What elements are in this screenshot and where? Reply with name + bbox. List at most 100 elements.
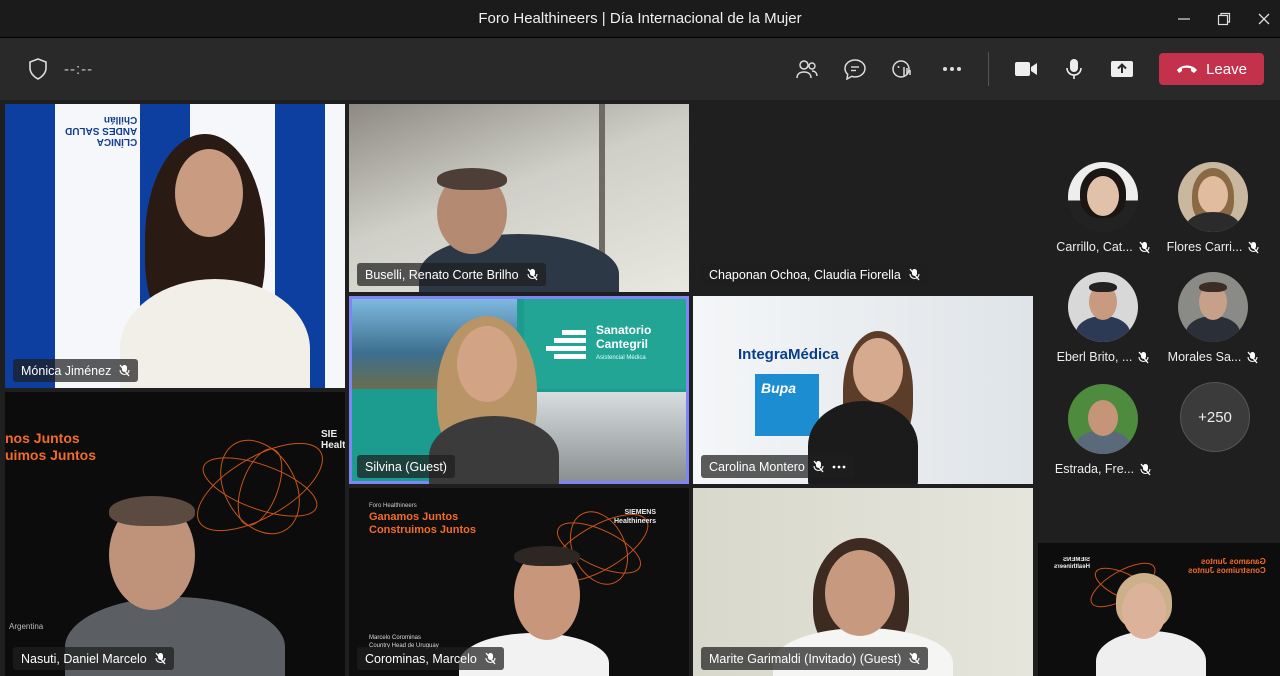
minimize-button[interactable]: [1170, 6, 1198, 32]
mic-muted-icon: [813, 460, 824, 473]
sanatorio-name: Sanatorio Cantegril: [596, 323, 652, 351]
roster-name: Flores Carri...: [1166, 240, 1243, 254]
participant-nametag: Nasuti, Daniel Marcelo: [13, 647, 174, 670]
mic-muted-icon: [1247, 351, 1258, 363]
mic-muted-icon: [909, 652, 920, 665]
microphone-icon: [1066, 59, 1082, 79]
window-title: Foro Healthineers | Día Internacional de…: [478, 10, 802, 27]
mic-muted-icon: [1139, 241, 1150, 253]
roster-item[interactable]: Flores Carri...: [1158, 162, 1268, 262]
video-tile-carolina[interactable]: IntegraMédica Bupa Carolina Montero: [693, 296, 1033, 484]
more-icon: [943, 67, 961, 71]
roster-name: Morales Sa...: [1167, 350, 1242, 364]
avatar: [1068, 272, 1138, 342]
participant-nametag: Corominas, Marcelo: [357, 647, 504, 670]
participant-nametag: Silvina (Guest): [357, 455, 455, 478]
roster-name-row: Carrillo, Cat...: [1048, 240, 1158, 254]
close-icon: [1258, 13, 1270, 25]
avatar: [1068, 162, 1138, 232]
siemens-brand: SIEHealthi: [321, 429, 345, 451]
roster-name-row: Morales Sa...: [1158, 350, 1268, 364]
close-button[interactable]: [1250, 6, 1278, 32]
video-tile-nasuti[interactable]: nos Juntosuimos Juntos SIEHealthi Argent…: [5, 392, 345, 676]
siemens-brand: SIEMENS Healthineers: [614, 509, 657, 525]
slide-headline: Ganamos Juntos Construimos Juntos: [1188, 557, 1266, 575]
camera-button[interactable]: [1012, 56, 1040, 82]
reactions-button[interactable]: [889, 56, 917, 82]
roster-item[interactable]: Morales Sa...: [1158, 272, 1268, 372]
participant-nametag: Carolina Montero: [701, 455, 854, 478]
integramedica-banner: IntegraMédica: [738, 346, 839, 363]
participant-nametag: Mónica Jiménez: [13, 359, 139, 382]
video-tile-marite[interactable]: Marite Garimaldi (Invitado) (Guest): [693, 488, 1033, 676]
chat-button[interactable]: [841, 56, 869, 82]
participants-button[interactable]: [793, 56, 821, 82]
raise-hand-icon: [892, 60, 911, 78]
participant-name: Marite Garimaldi (Invitado) (Guest): [709, 651, 902, 666]
mic-muted-icon: [1248, 241, 1259, 253]
participant-name: Chaponan Ochoa, Claudia Fiorella: [709, 267, 901, 282]
video-tile-corominas[interactable]: Foro Healthineers Ganamos Juntos Construi…: [349, 488, 689, 676]
mic-muted-icon: [485, 652, 496, 665]
phone-hangup-icon: [1177, 65, 1198, 73]
leave-label: Leave: [1206, 60, 1247, 78]
sanatorio-subtitle: Asistencial Médica: [596, 355, 646, 361]
camera-icon: [1015, 62, 1037, 76]
roster-item[interactable]: Estrada, Fre...: [1048, 384, 1158, 484]
bupa-logo: Bupa: [755, 374, 819, 436]
share-screen-button[interactable]: [1108, 56, 1136, 82]
minimize-icon: [1178, 18, 1190, 20]
chat-icon: [844, 59, 866, 80]
meeting-timer: --:--: [64, 61, 94, 78]
video-tile-buselli[interactable]: Buselli, Renato Corte Brilho: [349, 104, 689, 292]
meeting-toolbar: --:-- Leave: [0, 38, 1280, 100]
video-tile-monica[interactable]: CLÍNICA ANDES SALUD Chillán Mónica Jiménez: [5, 104, 345, 388]
roster-item[interactable]: Eberl Brito, ...: [1048, 272, 1158, 372]
slide-footer: Argentina: [9, 622, 44, 631]
participant-name: Buselli, Renato Corte Brilho: [365, 267, 519, 282]
siemens-brand: SIEMENS Healthineers: [1054, 557, 1091, 570]
participant-nametag: Buselli, Renato Corte Brilho: [357, 263, 546, 286]
roster-name: Eberl Brito, ...: [1056, 350, 1133, 364]
mic-muted-icon: [1140, 463, 1151, 475]
slide-headline: Ganamos Juntos Construimos Juntos: [369, 511, 476, 536]
participant-name: Nasuti, Daniel Marcelo: [21, 651, 147, 666]
roster-name: Estrada, Fre...: [1054, 462, 1135, 476]
orange-swirl-graphic: [197, 439, 323, 535]
shield-icon: [29, 58, 47, 80]
window-titlebar: Foro Healthineers | Día Internacional de…: [0, 0, 1280, 38]
mic-muted-icon: [909, 268, 920, 281]
roster-name-row: Eberl Brito, ...: [1048, 350, 1158, 364]
avatar: [1068, 384, 1138, 454]
more-participants-button[interactable]: +250: [1180, 382, 1250, 452]
video-tile-silvina[interactable]: Sanatorio Cantegril Asistencial Médica Si…: [349, 296, 689, 484]
mic-muted-icon: [526, 268, 538, 281]
sanatorio-logo-icon: [546, 327, 586, 367]
roster-name: Carrillo, Cat...: [1056, 240, 1133, 254]
video-stage: CLÍNICA ANDES SALUD Chillán Mónica Jiménez…: [0, 100, 1280, 676]
mic-muted-icon: [1138, 351, 1149, 363]
mic-muted-icon: [119, 364, 130, 377]
participant-name: Mónica Jiménez: [21, 363, 112, 378]
mic-muted-icon: [155, 652, 166, 665]
participant-nametag: Marite Garimaldi (Invitado) (Guest): [701, 647, 929, 670]
more-options-icon[interactable]: [832, 465, 846, 469]
roster-name-row: Flores Carri...: [1158, 240, 1268, 254]
slide-kicker: Foro Healthineers: [369, 503, 417, 509]
backdrop-text: CLÍNICA ANDES SALUD Chillán: [65, 114, 138, 147]
video-tile-chaponan[interactable]: Chaponan Ochoa, Claudia Fiorella: [693, 104, 1033, 292]
microphone-button[interactable]: [1060, 56, 1088, 82]
video-tile-presenter-corner[interactable]: SIEMENS Healthineers Ganamos Juntos Constr…: [1038, 543, 1280, 676]
more-actions-button[interactable]: [938, 56, 966, 82]
restore-icon: [1217, 12, 1231, 26]
maximize-button[interactable]: [1210, 6, 1238, 32]
roster-name-row: Estrada, Fre...: [1048, 462, 1158, 476]
slide-headline: nos Juntos uimos Juntos: [5, 430, 97, 463]
toolbar-divider: [988, 52, 989, 86]
sanatorio-banner: Sanatorio Cantegril Asistencial Médica: [524, 299, 686, 389]
meeting-info-button[interactable]: [24, 56, 52, 82]
roster-item[interactable]: Carrillo, Cat...: [1048, 162, 1158, 262]
leave-button[interactable]: Leave: [1159, 53, 1264, 85]
participant-roster: Carrillo, Cat... Flores Carri... Eberl B…: [1036, 100, 1280, 540]
participant-nametag: Chaponan Ochoa, Claudia Fiorella: [701, 263, 928, 286]
